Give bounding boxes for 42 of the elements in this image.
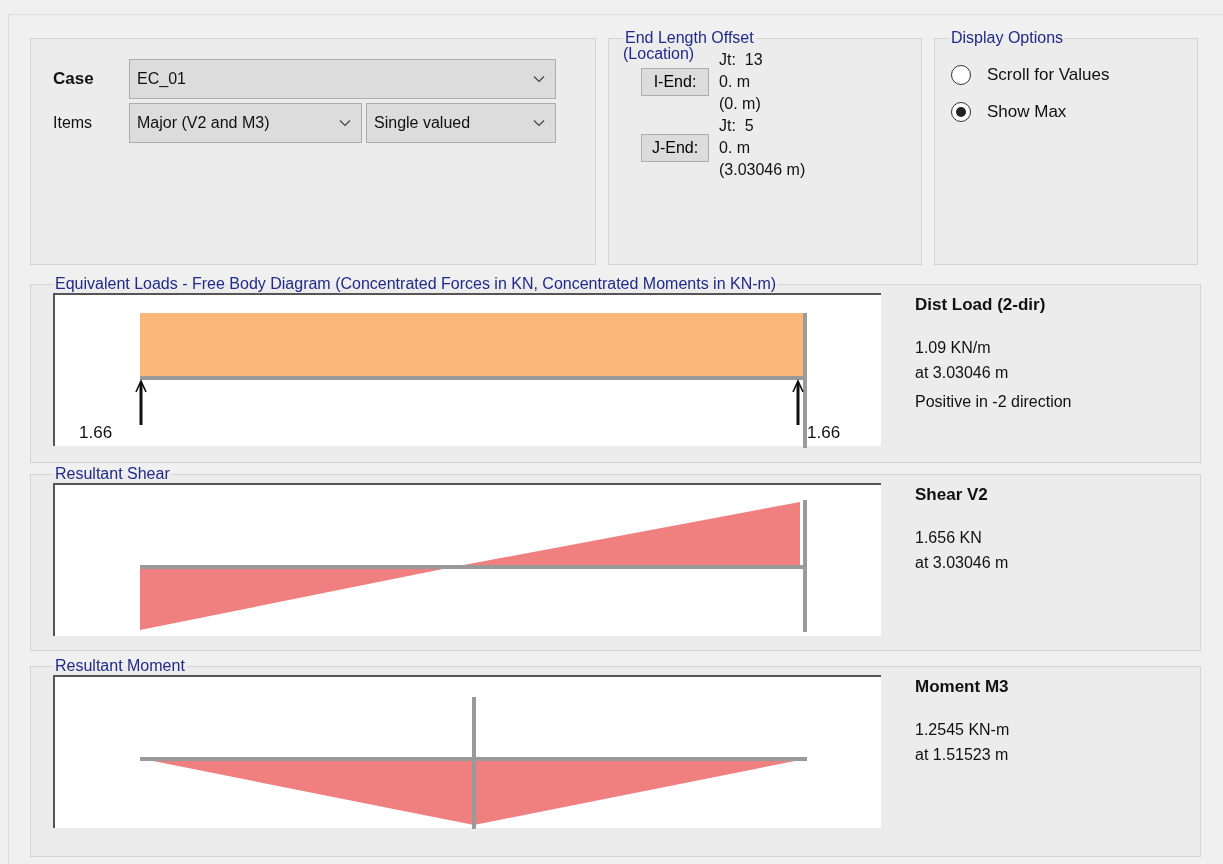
result-value: at 3.03046 m bbox=[915, 553, 1009, 573]
dropdown[interactable]: Major (V2 and M3) bbox=[129, 103, 362, 143]
reaction-arrow bbox=[792, 379, 804, 425]
radio-option[interactable]: Show Max bbox=[951, 102, 1183, 122]
location-value: (0. m) bbox=[719, 94, 762, 114]
dropdown[interactable]: Single valued bbox=[366, 103, 556, 143]
location-value: (3.03046 m) bbox=[719, 160, 806, 180]
force-value: 1.66 bbox=[79, 423, 113, 443]
result-heading: Moment M3 bbox=[915, 677, 1010, 697]
radio-option[interactable]: Scroll for Values bbox=[951, 65, 1183, 85]
radio-button[interactable] bbox=[951, 102, 971, 122]
field-label: Items bbox=[53, 114, 94, 132]
chevron-down-icon bbox=[533, 75, 545, 83]
joint-label: Jt: 13 bbox=[719, 50, 763, 70]
offset-value: 0. m bbox=[719, 72, 752, 92]
chevron-down-icon bbox=[533, 119, 545, 127]
group-subtitle: (Location) bbox=[623, 45, 695, 63]
dropdown[interactable]: EC_01 bbox=[129, 59, 556, 99]
result-value: Positive in -2 direction bbox=[915, 392, 1072, 412]
result-value: 1.09 KN/m bbox=[915, 338, 992, 358]
option-label: Show Max bbox=[987, 102, 1067, 122]
group-title: Display Options bbox=[950, 29, 1065, 47]
group-title: Resultant Shear bbox=[54, 465, 171, 483]
joint-label: Jt: 5 bbox=[719, 116, 755, 136]
offset-value: 0. m bbox=[719, 138, 752, 158]
group-title: Equivalent Loads - Free Body Diagram (Concentrated Forces in KN, Concentrated Moments in KN-m) bbox=[54, 275, 778, 293]
result-value: 1.2545 KN-m bbox=[915, 720, 1010, 740]
radio-button[interactable] bbox=[951, 65, 971, 85]
result-value: at 1.51523 m bbox=[915, 745, 1010, 765]
result-value: at 3.03046 m bbox=[915, 363, 1010, 383]
force-value: 1.66 bbox=[807, 423, 841, 443]
result-value: 1.656 KN bbox=[915, 528, 983, 548]
chevron-down-icon bbox=[339, 119, 351, 127]
field-label: Case bbox=[53, 69, 95, 89]
reaction-arrow bbox=[135, 379, 147, 425]
group-title: Resultant Moment bbox=[54, 657, 186, 675]
end-button[interactable]: I-End: bbox=[641, 68, 709, 96]
group-title: End Length Offset bbox=[625, 29, 755, 47]
result-heading: Dist Load (2-dir) bbox=[915, 295, 1047, 315]
option-label: Scroll for Values bbox=[987, 65, 1110, 85]
end-button[interactable]: J-End: bbox=[641, 134, 709, 162]
result-heading: Shear V2 bbox=[915, 485, 989, 505]
